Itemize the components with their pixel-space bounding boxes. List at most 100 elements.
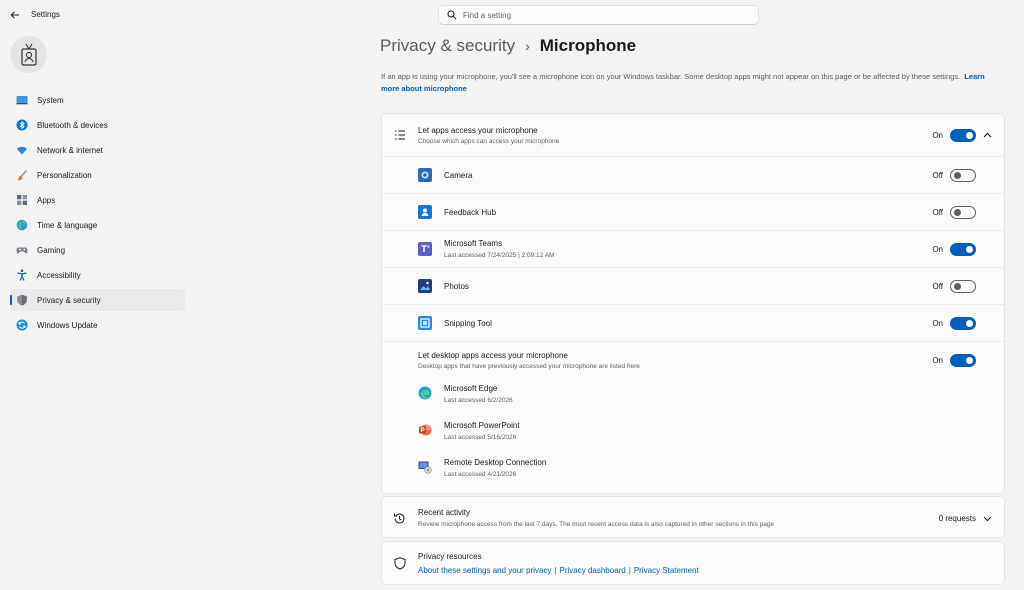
back-arrow-icon [10, 11, 19, 19]
app-state: Off [932, 171, 943, 180]
privacy-resources-card: Privacy resources About these settings a… [381, 541, 1005, 585]
app-row-feedback-hub: Feedback Hub Off [382, 194, 1004, 231]
sidebar-item-windows-update[interactable]: Windows Update [10, 314, 185, 336]
avatar[interactable] [10, 36, 47, 73]
app-last-accessed: Last accessed 4/21/2026 [444, 471, 517, 478]
back-button[interactable] [8, 8, 22, 22]
privacy-dashboard-link[interactable]: Privacy dashboard [560, 566, 626, 575]
sidebar-item-gaming[interactable]: Gaming [10, 239, 185, 261]
chevron-up-icon[interactable] [982, 130, 992, 140]
breadcrumb: Privacy & security › Microphone [380, 36, 636, 56]
sidebar-item-label: Time & language [37, 220, 98, 230]
app-row-photos: Photos Off [382, 268, 1004, 305]
app-row-snipping-tool: Snipping Tool On [382, 305, 1004, 342]
sidebar-item-label: Privacy & security [37, 295, 101, 305]
search-box[interactable] [438, 5, 759, 25]
feedback-hub-toggle[interactable] [950, 206, 976, 219]
app-name: Microsoft Edge [444, 384, 498, 393]
snipping-tool-icon [418, 316, 432, 330]
desktop-apps-section: Let desktop apps access your microphone … [382, 342, 1004, 493]
desktop-access-subtitle: Desktop apps that have previously access… [418, 363, 640, 370]
breadcrumb-parent[interactable]: Privacy & security [380, 36, 515, 56]
system-icon [16, 94, 28, 106]
link-separator: | [554, 566, 557, 575]
photos-icon [418, 279, 432, 293]
desktop-access-title: Let desktop apps access your microphone [418, 351, 568, 360]
feedback-hub-icon [418, 205, 432, 219]
privacy-statement-link[interactable]: Privacy Statement [634, 566, 699, 575]
recent-activity-subtitle: Review microphone access from the last 7… [418, 521, 775, 528]
camera-toggle[interactable] [950, 169, 976, 182]
sidebar-item-label: System [37, 95, 64, 105]
app-access-header-row[interactable]: Let apps access your microphone Choose w… [382, 114, 1004, 157]
app-last-accessed: Last accessed 7/24/2025 | 2:09:12 AM [444, 252, 555, 259]
app-access-toggle[interactable] [950, 129, 976, 142]
page-title: Microphone [539, 36, 637, 55]
sidebar-item-label: Windows Update [37, 320, 98, 330]
sidebar-item-label: Personalization [37, 170, 92, 180]
remote-desktop-icon [418, 460, 432, 474]
sidebar-item-time-language[interactable]: Time & language [10, 214, 185, 236]
sidebar-item-label: Gaming [37, 245, 66, 255]
list-icon [394, 129, 406, 143]
sidebar-item-network[interactable]: Network & internet [10, 139, 185, 161]
apps-icon [16, 194, 28, 206]
recent-activity-title: Recent activity [418, 508, 471, 517]
update-icon [16, 319, 28, 331]
user-badge-icon [20, 43, 37, 66]
search-icon [447, 10, 457, 20]
sidebar-item-personalization[interactable]: Personalization [10, 164, 185, 186]
app-title: Settings [31, 10, 60, 19]
app-state: Off [932, 208, 943, 217]
photos-toggle[interactable] [950, 280, 976, 293]
app-name: Microsoft Teams [444, 239, 503, 248]
teams-toggle[interactable] [950, 243, 976, 256]
desktop-access-toggle[interactable] [950, 354, 976, 367]
app-name: Microsoft PowerPoint [444, 421, 520, 430]
title-bar: Settings [0, 0, 1024, 30]
link-separator: | [628, 566, 631, 575]
sidebar-item-bluetooth[interactable]: Bluetooth & devices [10, 114, 185, 136]
shield-icon [16, 294, 28, 306]
microphone-access-card: Let apps access your microphone Choose w… [381, 113, 1005, 494]
recent-activity-count: 0 requests [938, 514, 976, 523]
wifi-icon [16, 144, 28, 156]
chevron-down-icon[interactable] [982, 513, 992, 523]
app-name: Feedback Hub [444, 208, 497, 217]
teams-icon [418, 242, 432, 256]
sidebar-nav: System Bluetooth & devices Network & int… [10, 89, 185, 339]
powerpoint-icon [418, 423, 432, 437]
snipping-tool-toggle[interactable] [950, 317, 976, 330]
app-row-teams: Microsoft Teams Last accessed 7/24/2025 … [382, 231, 1004, 268]
desktop-access-state: On [932, 356, 943, 365]
accessibility-icon [16, 269, 28, 281]
sidebar-item-apps[interactable]: Apps [10, 189, 185, 211]
shield-outline-icon [394, 557, 406, 572]
about-settings-link[interactable]: About these settings and your privacy [418, 566, 551, 575]
sidebar-item-label: Network & internet [37, 145, 103, 155]
app-state: On [932, 319, 943, 328]
page-description: If an app is using your microphone, you'… [381, 71, 1003, 95]
app-access-subtitle: Choose which apps can access your microp… [418, 138, 560, 145]
sidebar-item-accessibility[interactable]: Accessibility [10, 264, 185, 286]
app-name: Remote Desktop Connection [444, 458, 547, 467]
app-access-title: Let apps access your microphone [418, 126, 538, 135]
sidebar-item-privacy-security[interactable]: Privacy & security [10, 289, 185, 311]
app-name: Snipping Tool [444, 319, 492, 328]
app-row-camera: Camera Off [382, 157, 1004, 194]
history-icon [393, 512, 406, 527]
search-input[interactable] [463, 10, 743, 20]
app-state: On [932, 245, 943, 254]
sidebar-item-system[interactable]: System [10, 89, 185, 111]
gamepad-icon [16, 244, 28, 256]
app-name: Photos [444, 282, 469, 291]
app-state: Off [932, 282, 943, 291]
privacy-resources-title: Privacy resources [418, 552, 482, 561]
app-last-accessed: Last accessed 6/2/2026 [444, 397, 513, 404]
description-text: If an app is using your microphone, you'… [381, 72, 961, 81]
brush-icon [16, 169, 28, 181]
app-access-state: On [932, 131, 943, 140]
chevron-right-icon: › [525, 38, 530, 54]
globe-icon [16, 219, 28, 231]
recent-activity-card[interactable]: Recent activity Review microphone access… [381, 496, 1005, 538]
